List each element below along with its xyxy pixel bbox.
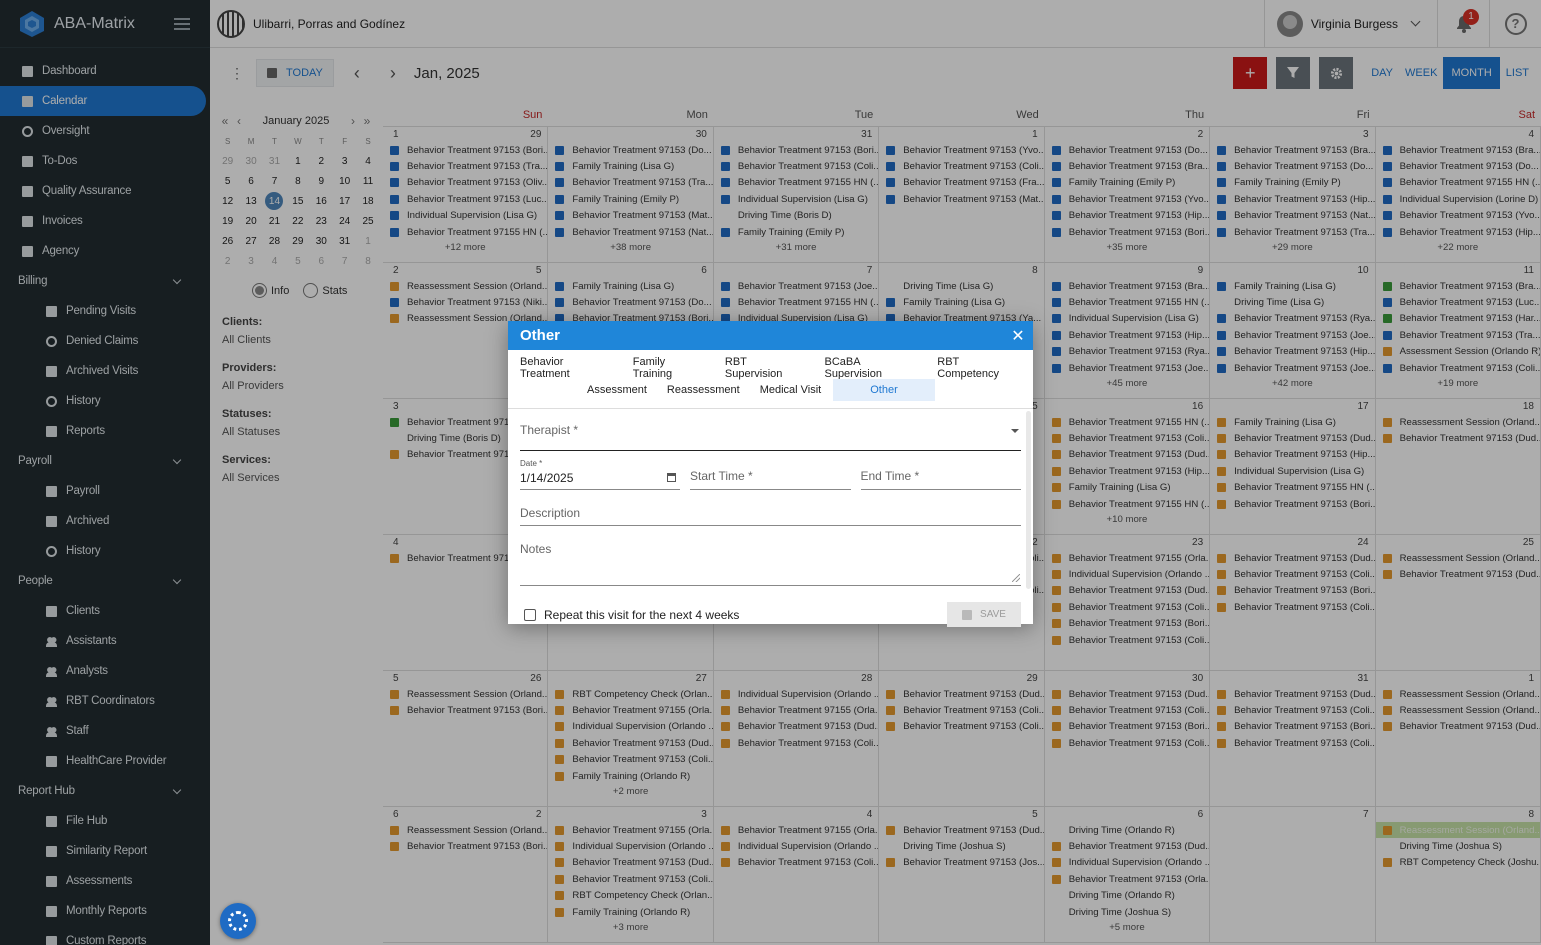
settings-fab-button[interactable] bbox=[220, 903, 256, 939]
repeat-row: Repeat this visit for the next 4 weeks S… bbox=[520, 602, 1021, 627]
end-time-field[interactable]: End Time * bbox=[860, 459, 1021, 490]
tab-family-training[interactable]: Family Training bbox=[625, 356, 713, 380]
description-field[interactable]: Description bbox=[520, 500, 1021, 526]
form-scrollbar[interactable] bbox=[1026, 411, 1031, 589]
end-time-placeholder: End Time * bbox=[860, 469, 920, 483]
visit-type-tabs-row1: Behavior Treatment Family Training RBT Sup… bbox=[508, 356, 1033, 380]
tab-medical-visit[interactable]: Medical Visit bbox=[752, 379, 830, 401]
date-value: 1/14/2025 bbox=[520, 471, 574, 485]
start-time-field[interactable]: Start Time * bbox=[690, 459, 851, 490]
visit-type-tabs-row2: Assessment Reassessment Medical Visit Other bbox=[508, 379, 1033, 401]
dropdown-arrow-icon bbox=[1011, 429, 1019, 433]
repeat-checkbox[interactable] bbox=[524, 608, 536, 621]
therapist-select[interactable]: Therapist * bbox=[520, 423, 1021, 451]
therapist-placeholder: Therapist * bbox=[520, 423, 579, 437]
save-label: SAVE bbox=[980, 609, 1006, 620]
date-label: Date * bbox=[520, 459, 543, 468]
close-icon[interactable]: ✕ bbox=[1003, 326, 1033, 346]
repeat-label: Repeat this visit for the next 4 weeks bbox=[544, 607, 740, 622]
notes-field[interactable]: Notes bbox=[520, 536, 1021, 586]
save-icon bbox=[962, 609, 973, 620]
description-placeholder: Description bbox=[520, 506, 581, 520]
visit-dialog: Other ✕ Behavior Treatment Family Trainin… bbox=[508, 321, 1033, 627]
tab-bcaba-supervision[interactable]: BCaBA Supervision bbox=[816, 356, 925, 380]
tab-assessment[interactable]: Assessment bbox=[579, 379, 655, 401]
date-time-row: Date * 1/14/2025 Start Time * End Time * bbox=[520, 459, 1021, 490]
save-button[interactable]: SAVE bbox=[947, 602, 1021, 627]
gear-icon bbox=[228, 911, 248, 931]
visit-form: Therapist * Date * 1/14/2025 Start Time … bbox=[508, 408, 1033, 627]
tab-rbt-supervision[interactable]: RBT Supervision bbox=[717, 356, 813, 380]
tab-rbt-competency[interactable]: RBT Competency bbox=[929, 356, 1029, 380]
tab-reassessment[interactable]: Reassessment bbox=[659, 379, 748, 401]
dialog-header: Other ✕ bbox=[508, 321, 1033, 350]
tab-other[interactable]: Other bbox=[833, 379, 935, 401]
calendar-picker-icon[interactable] bbox=[667, 473, 676, 482]
notes-placeholder: Notes bbox=[520, 542, 552, 556]
resize-grip-icon[interactable] bbox=[1012, 574, 1020, 582]
start-time-placeholder: Start Time * bbox=[690, 469, 753, 483]
dialog-title: Other bbox=[520, 327, 561, 344]
tab-behavior-treatment[interactable]: Behavior Treatment bbox=[512, 356, 621, 380]
date-field[interactable]: Date * 1/14/2025 bbox=[520, 459, 680, 490]
